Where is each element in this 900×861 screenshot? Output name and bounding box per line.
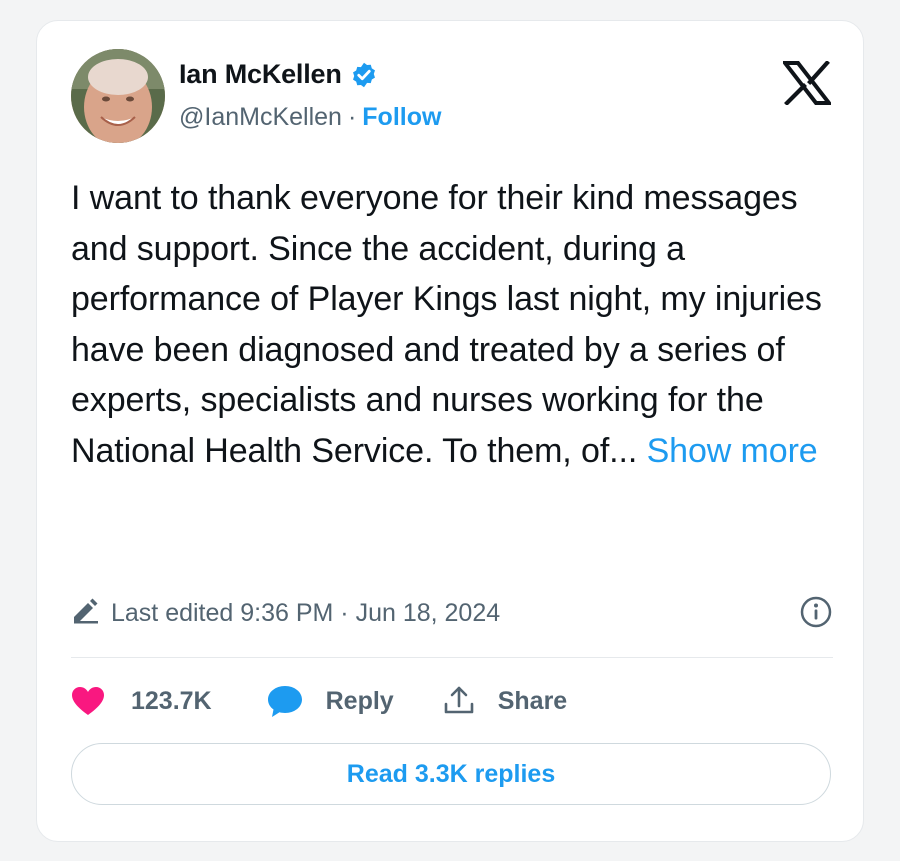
verified-badge-icon <box>350 61 378 89</box>
display-name[interactable]: Ian McKellen <box>179 59 342 90</box>
reply-button[interactable]: Reply <box>266 684 394 718</box>
share-button[interactable]: Share <box>442 684 567 718</box>
tweet-text: I want to thank everyone for their kind … <box>71 173 841 476</box>
likes-count: 123.7K <box>131 686 212 715</box>
share-label: Share <box>497 686 568 715</box>
handle-row: @IanMcKellen · Follow <box>179 103 441 132</box>
reply-label: Reply <box>325 686 394 715</box>
pencil-icon <box>71 596 111 631</box>
actions-row: 123.7K Reply Share <box>71 681 567 721</box>
show-more-link[interactable]: Show more <box>647 432 818 470</box>
name-row: Ian McKellen <box>179 59 378 90</box>
read-replies-button[interactable]: Read 3.3K replies <box>71 743 831 805</box>
follow-button[interactable]: Follow <box>362 103 441 132</box>
like-button[interactable]: 123.7K <box>71 686 212 716</box>
x-logo-icon[interactable] <box>780 60 834 106</box>
info-icon[interactable] <box>799 595 833 629</box>
heart-icon <box>71 686 105 716</box>
separator: · <box>347 103 357 131</box>
speech-bubble-icon <box>266 684 304 718</box>
tweet-card: Ian McKellen @IanMcKellen · Follow I wan… <box>36 20 864 842</box>
tweet-body: I want to thank everyone for their kind … <box>71 179 822 470</box>
divider <box>71 657 833 658</box>
avatar[interactable] <box>71 49 165 143</box>
last-edited-text[interactable]: Last edited 9:36 PM · Jun 18, 2024 <box>111 599 500 628</box>
edit-info-row: Last edited 9:36 PM · Jun 18, 2024 <box>71 595 833 631</box>
user-handle[interactable]: @IanMcKellen <box>179 103 342 132</box>
read-replies-label: Read 3.3K replies <box>346 759 556 788</box>
share-icon <box>442 684 476 718</box>
